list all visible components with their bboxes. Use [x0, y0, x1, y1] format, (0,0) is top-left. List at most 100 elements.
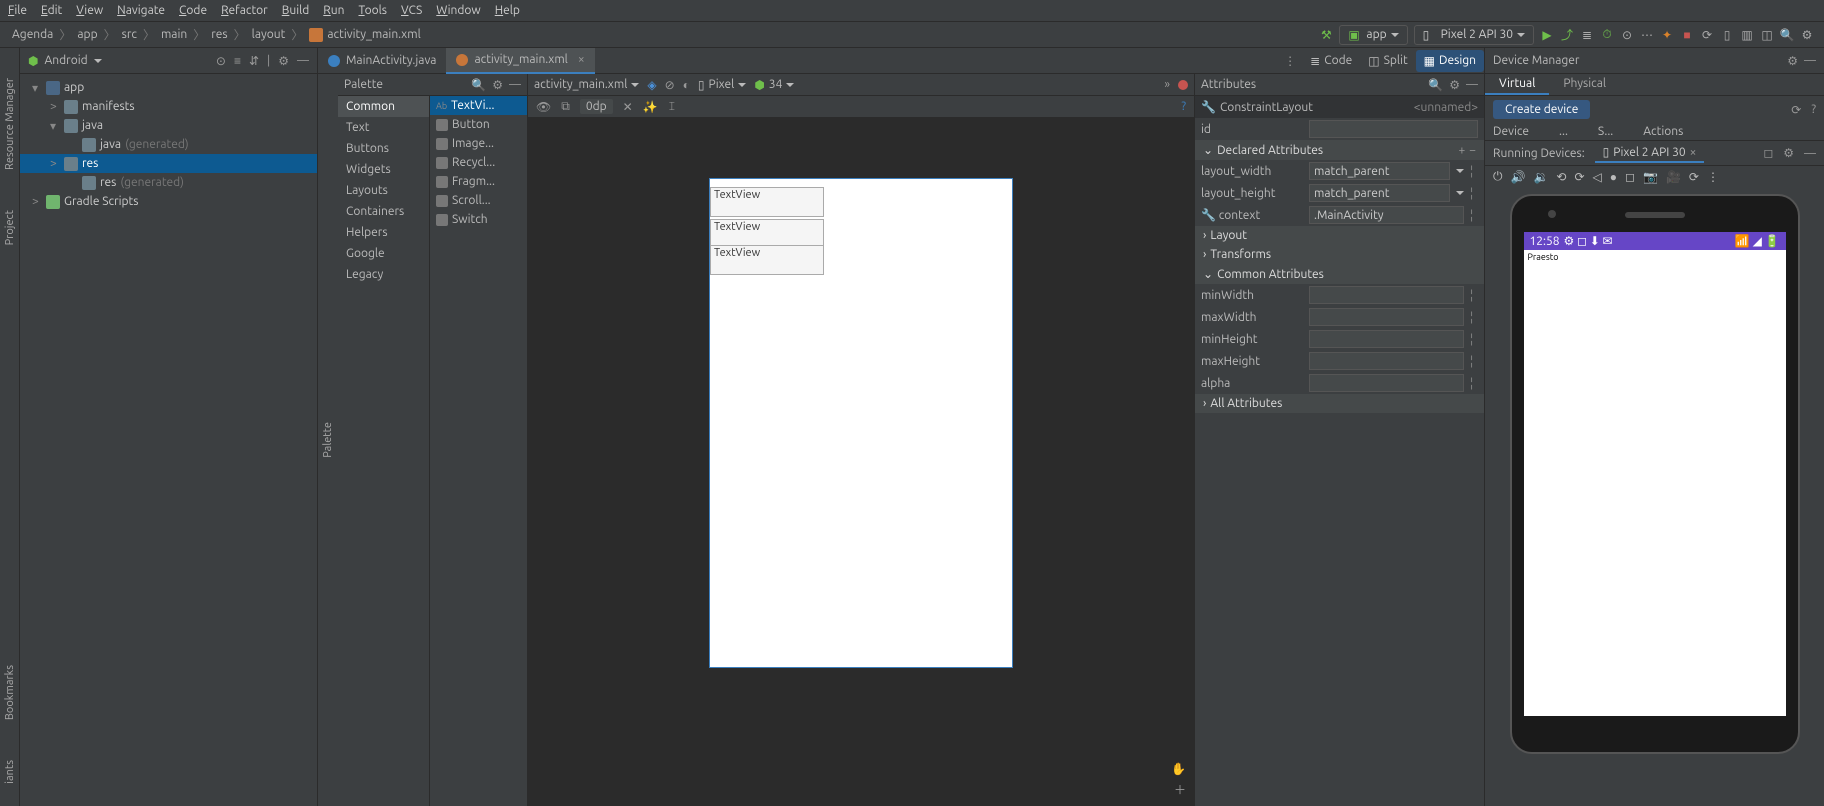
add-attr-icon[interactable]: +: [1458, 144, 1465, 157]
search-icon[interactable]: 🔍: [1428, 78, 1443, 92]
hide-icon[interactable]: —: [1804, 54, 1816, 67]
menu-run[interactable]: Run: [323, 4, 344, 17]
editor-tab[interactable]: activity_main.xml×: [446, 48, 594, 74]
help-icon[interactable]: ?: [1811, 103, 1816, 116]
zoom-icon[interactable]: ＋: [1174, 781, 1186, 798]
chevron-down-icon[interactable]: [1456, 169, 1464, 173]
menu-file[interactable]: File: [8, 4, 27, 17]
error-icon[interactable]: [1178, 80, 1188, 90]
breadcrumb-item[interactable]: src: [120, 28, 139, 41]
breadcrumb-item[interactable]: Agenda: [10, 28, 55, 41]
breadcrumb-item[interactable]: app: [75, 28, 99, 41]
attr-input[interactable]: [1309, 308, 1464, 326]
attr-input[interactable]: match_parent: [1309, 184, 1450, 202]
attr-input[interactable]: [1309, 286, 1464, 304]
split-view-button[interactable]: ◫ Split: [1360, 50, 1415, 72]
palette-category[interactable]: Helpers: [338, 222, 429, 243]
attr-input[interactable]: [1309, 352, 1464, 370]
palette-item[interactable]: Fragm...: [430, 172, 527, 191]
magnet-icon[interactable]: ⧉: [561, 100, 570, 114]
column-header[interactable]: S...: [1598, 125, 1613, 138]
close-icon[interactable]: ×: [1690, 146, 1697, 159]
search-icon[interactable]: 🔍: [1780, 28, 1794, 42]
common-section[interactable]: Common Attributes: [1217, 268, 1324, 281]
gear-icon[interactable]: ⚙: [1449, 78, 1460, 92]
menu-window[interactable]: Window: [436, 4, 480, 17]
refresh-icon[interactable]: ⟳: [1791, 103, 1801, 117]
palette-category[interactable]: Legacy: [338, 264, 429, 285]
layout-section[interactable]: Layout: [1210, 229, 1247, 242]
search-icon[interactable]: 🔍: [471, 78, 486, 92]
tree-node[interactable]: res (generated): [20, 173, 317, 192]
palette-item[interactable]: Button: [430, 115, 527, 134]
tree-node[interactable]: ▾java: [20, 116, 317, 135]
tree-node[interactable]: java (generated): [20, 135, 317, 154]
resource-manager-tab[interactable]: Resource Manager: [4, 78, 16, 170]
hide-icon[interactable]: —: [1466, 78, 1478, 91]
menu-edit[interactable]: Edit: [41, 4, 62, 17]
attr-input[interactable]: match_parent: [1309, 162, 1450, 180]
menu-code[interactable]: Code: [179, 4, 207, 17]
gear-icon[interactable]: ⚙: [1783, 146, 1794, 160]
virtual-tab[interactable]: Virtual: [1485, 74, 1549, 95]
design-surface[interactable]: TextViewTextViewTextView ✋ ＋: [528, 118, 1194, 806]
target-icon[interactable]: ⊙: [216, 54, 226, 68]
coverage-icon[interactable]: ≣: [1580, 28, 1594, 42]
default-margin[interactable]: 0dp: [580, 99, 613, 114]
id-input[interactable]: [1309, 120, 1478, 138]
attr-input[interactable]: .MainActivity: [1309, 206, 1464, 224]
phone-screen[interactable]: 12:58 ⚙ ◻ ⬇ ✉ 📶 ◢ 🔋 Praesto: [1524, 232, 1786, 716]
chevron-down-icon[interactable]: ⌄: [1203, 143, 1213, 157]
attr-more[interactable]: ¦: [1470, 165, 1478, 178]
attach-debug-icon[interactable]: ⊙: [1620, 28, 1634, 42]
all-section[interactable]: All Attributes: [1210, 397, 1282, 410]
profile-icon[interactable]: ⏱: [1600, 28, 1614, 42]
palette-item[interactable]: Scroll...: [430, 191, 527, 210]
help-icon[interactable]: ?: [1181, 100, 1186, 113]
palette-category[interactable]: Text: [338, 117, 429, 138]
attr-more[interactable]: ¦: [1470, 209, 1478, 222]
palette-item[interactable]: Image...: [430, 134, 527, 153]
back-icon[interactable]: ◁: [1593, 170, 1602, 184]
editor-tab[interactable]: MainActivity.java: [318, 48, 446, 74]
menu-view[interactable]: View: [76, 4, 103, 17]
tree-node[interactable]: >res: [20, 154, 317, 173]
hide-icon[interactable]: —: [297, 54, 309, 67]
gear-icon[interactable]: ⚙: [1787, 54, 1798, 68]
hide-icon[interactable]: —: [509, 78, 521, 91]
code-view-button[interactable]: ≣ Code: [1302, 50, 1360, 72]
gear-icon[interactable]: ⚙: [278, 54, 289, 68]
attr-more[interactable]: ¦: [1470, 311, 1478, 324]
project-tab[interactable]: Project: [4, 210, 16, 245]
hide-icon[interactable]: —: [1804, 147, 1816, 160]
pan-icon[interactable]: ✋: [1171, 762, 1186, 776]
create-device-button[interactable]: Create device: [1493, 100, 1590, 119]
guidelines-icon[interactable]: 𝙸: [668, 100, 676, 114]
palette-category[interactable]: Buttons: [338, 138, 429, 159]
palette-category[interactable]: Common: [338, 96, 429, 117]
attr-input[interactable]: [1309, 374, 1464, 392]
window-icon[interactable]: ◻: [1763, 146, 1773, 160]
device-dropdown[interactable]: ▯ Pixel 2 API 30: [1414, 25, 1534, 45]
overflow-icon[interactable]: »: [1164, 78, 1170, 91]
device-select[interactable]: ▯ Pixel: [698, 78, 746, 92]
breadcrumb-item[interactable]: activity_main.xml: [307, 28, 422, 42]
running-device-tab[interactable]: ▯ Pixel 2 API 30 ×: [1595, 143, 1705, 163]
more-run-icon[interactable]: ⋯: [1640, 28, 1654, 42]
textview-component[interactable]: TextView: [710, 245, 824, 275]
clear-constraints-icon[interactable]: ✕: [623, 100, 633, 114]
more-icon[interactable]: ⋮: [1707, 170, 1719, 184]
bug-icon[interactable]: ✦: [1660, 28, 1674, 42]
chevron-right-icon[interactable]: ›: [1203, 248, 1206, 261]
palette-category[interactable]: Google: [338, 243, 429, 264]
palette-side-tab[interactable]: Palette: [318, 74, 338, 806]
menu-build[interactable]: Build: [282, 4, 310, 17]
palette-item[interactable]: AbTextVi...: [430, 96, 527, 115]
palette-category[interactable]: Containers: [338, 201, 429, 222]
attr-more[interactable]: ¦: [1470, 355, 1478, 368]
orientation-icon[interactable]: ⊘: [665, 78, 675, 92]
chevron-down-icon[interactable]: ⌄: [1203, 267, 1213, 281]
rotate-left-icon[interactable]: ⟲: [1556, 170, 1566, 184]
chevron-down-icon[interactable]: [94, 59, 102, 63]
palette-category[interactable]: Layouts: [338, 180, 429, 201]
